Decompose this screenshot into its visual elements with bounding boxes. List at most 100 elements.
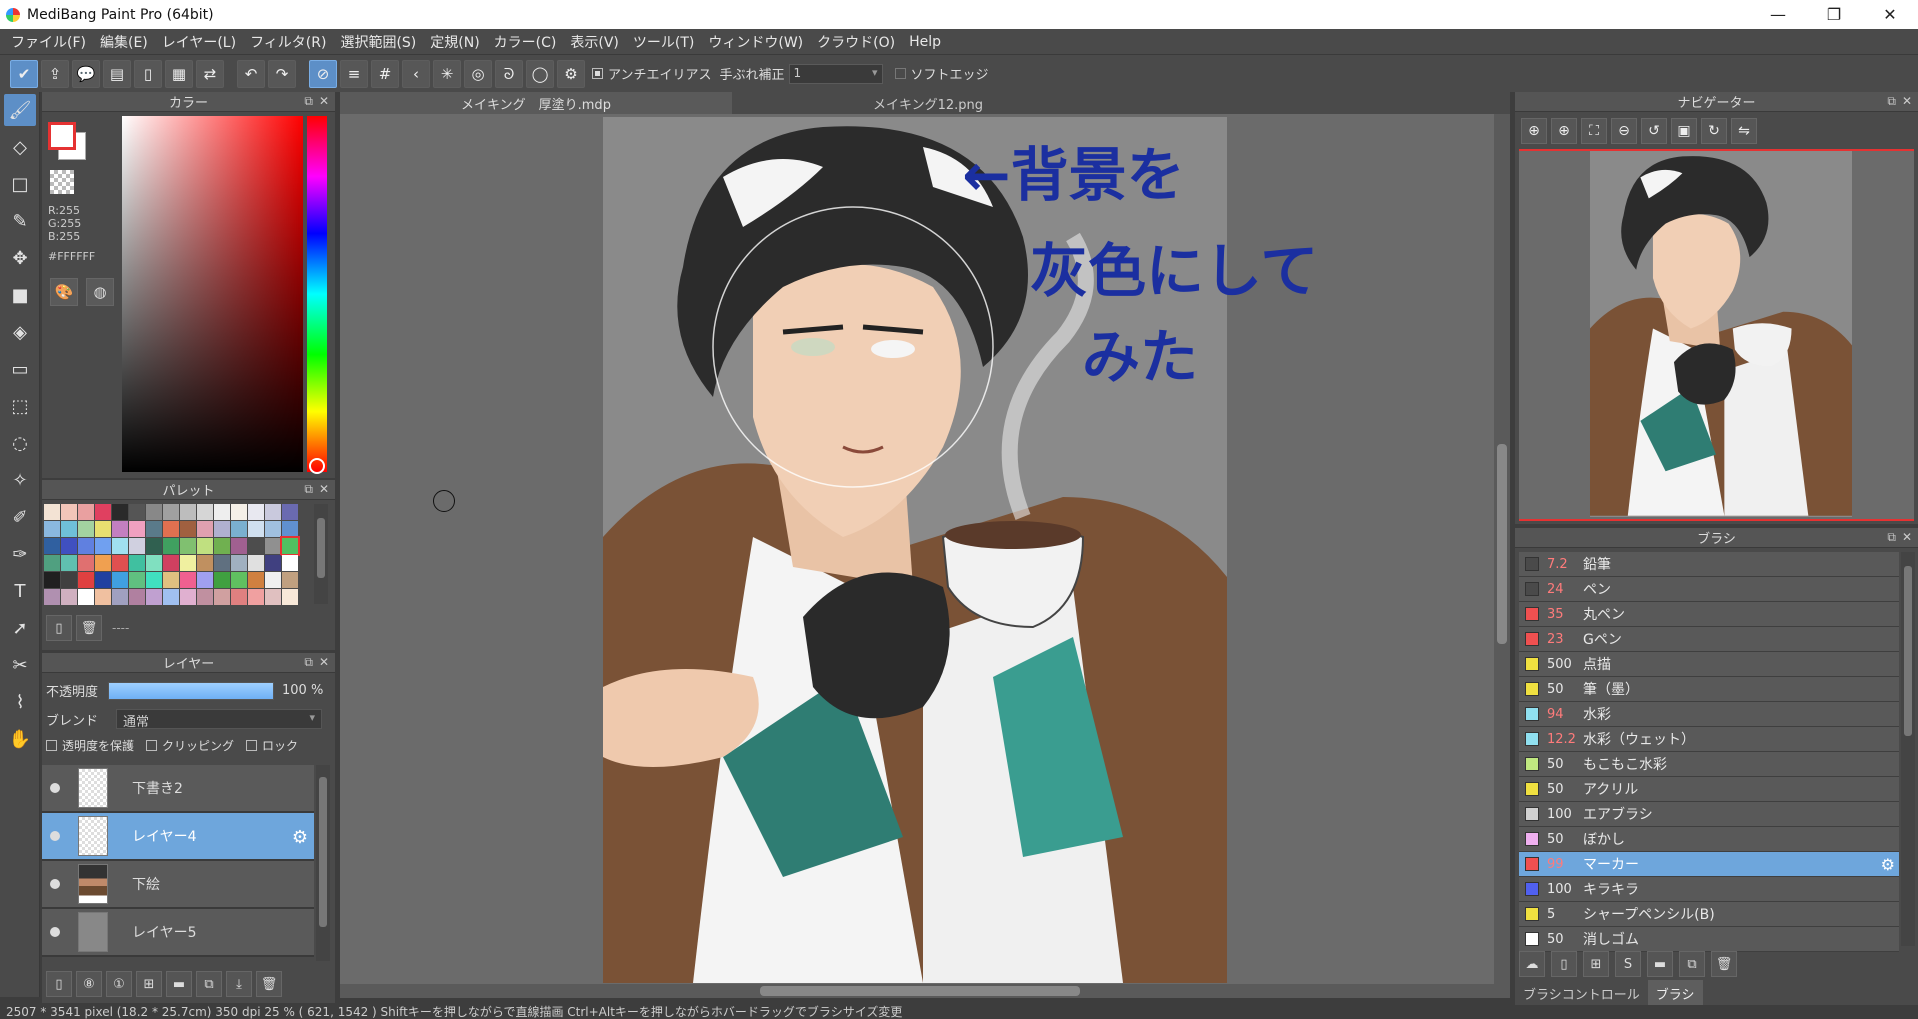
palette-swatch[interactable] bbox=[197, 538, 213, 554]
menu-cloud[interactable]: クラウド(O) bbox=[810, 32, 902, 52]
palette-swatch[interactable] bbox=[44, 521, 60, 537]
palette-swatch[interactable] bbox=[265, 555, 281, 571]
snap-settings-icon[interactable]: ⚙ bbox=[557, 59, 585, 88]
palette-swatch[interactable] bbox=[231, 555, 247, 571]
eyedropper-tool-icon[interactable]: ⌇ bbox=[4, 686, 36, 718]
palette-swatch[interactable] bbox=[112, 572, 128, 588]
palette-swatch[interactable] bbox=[78, 589, 94, 605]
bucket-tool-icon[interactable]: ◈ bbox=[4, 316, 36, 348]
palette-swatch[interactable] bbox=[197, 504, 213, 520]
hue-slider[interactable] bbox=[307, 116, 327, 472]
brush-item[interactable]: 7.2 鉛筆 bbox=[1519, 552, 1899, 577]
palette-swatch[interactable] bbox=[282, 504, 298, 520]
undo-icon[interactable]: ↶ bbox=[237, 59, 265, 88]
layer-row[interactable]: 下絵 bbox=[42, 861, 314, 909]
saturation-value-picker[interactable] bbox=[122, 116, 303, 472]
menu-window[interactable]: ウィンドウ(W) bbox=[701, 32, 810, 52]
palette-swatch[interactable] bbox=[231, 589, 247, 605]
color-wheel-icon[interactable]: 🎨 bbox=[50, 278, 78, 306]
palette-swatch[interactable] bbox=[78, 504, 94, 520]
close-panel-icon[interactable]: ✕ bbox=[1902, 94, 1912, 109]
palette-swatch[interactable] bbox=[78, 521, 94, 537]
menu-ruler[interactable]: 定規(N) bbox=[423, 32, 486, 52]
comment-icon[interactable]: ▤ bbox=[103, 59, 131, 88]
palette-swatch[interactable] bbox=[180, 538, 196, 554]
brush-item[interactable]: 94 水彩 bbox=[1519, 702, 1899, 727]
palette-swatch[interactable] bbox=[44, 504, 60, 520]
divide-tool-icon[interactable]: ✂ bbox=[4, 649, 36, 681]
rotate-right-icon[interactable]: ↻ bbox=[1701, 118, 1727, 144]
palette-swatch[interactable] bbox=[61, 555, 77, 571]
rotate-left-icon[interactable]: ↺ bbox=[1641, 118, 1667, 144]
undock-icon[interactable]: ⧉ bbox=[1887, 94, 1896, 109]
magic-wand-tool-icon[interactable]: ✧ bbox=[4, 464, 36, 496]
palette-swatch[interactable] bbox=[129, 589, 145, 605]
visibility-eye-icon[interactable] bbox=[50, 927, 60, 937]
brush-scrollbar[interactable] bbox=[1901, 552, 1915, 946]
navigator-preview[interactable] bbox=[1519, 149, 1914, 521]
palette-swatch[interactable] bbox=[78, 572, 94, 588]
palette-swatch[interactable] bbox=[95, 504, 111, 520]
palette-swatch[interactable] bbox=[214, 572, 230, 588]
minimize-button[interactable]: — bbox=[1750, 0, 1806, 29]
blend-mode-select[interactable]: 通常 bbox=[116, 709, 323, 730]
add-brush-menu-icon[interactable]: ⊞ bbox=[1583, 951, 1609, 977]
shape-tool-icon[interactable]: □ bbox=[4, 168, 36, 200]
palette-swatch[interactable] bbox=[214, 521, 230, 537]
palette-swatch[interactable] bbox=[180, 504, 196, 520]
new-layer-icon[interactable]: ▯ bbox=[46, 971, 72, 997]
panel-grid-icon[interactable]: ▦ bbox=[165, 59, 193, 88]
palette-swatch[interactable] bbox=[282, 555, 298, 571]
palette-swatch[interactable] bbox=[95, 538, 111, 554]
palette-swatch[interactable] bbox=[180, 555, 196, 571]
palette-swatch[interactable] bbox=[95, 589, 111, 605]
palette-swatch[interactable] bbox=[95, 555, 111, 571]
palette-swatch[interactable] bbox=[61, 572, 77, 588]
merge-down-icon[interactable]: ⤓ bbox=[226, 971, 252, 997]
palette-swatch[interactable] bbox=[44, 572, 60, 588]
hand-tool-icon[interactable]: ✋ bbox=[4, 723, 36, 755]
fill-rect-tool-icon[interactable]: ■ bbox=[4, 279, 36, 311]
tab-brush[interactable]: ブラシ bbox=[1647, 980, 1703, 1006]
menu-edit[interactable]: 編集(E) bbox=[93, 32, 155, 52]
redo-icon[interactable]: ↷ bbox=[268, 59, 296, 88]
flip-horizontal-icon[interactable]: ⇋ bbox=[1731, 118, 1757, 144]
palette-swatch[interactable] bbox=[44, 555, 60, 571]
palette-swatch[interactable] bbox=[265, 521, 281, 537]
menu-tool[interactable]: ツール(T) bbox=[626, 32, 701, 52]
new-palette-icon[interactable]: ▯ bbox=[46, 615, 72, 641]
menu-layer[interactable]: レイヤー(L) bbox=[155, 32, 243, 52]
new-1bit-layer-icon[interactable]: ① bbox=[106, 971, 132, 997]
close-panel-icon[interactable]: ✕ bbox=[319, 482, 329, 497]
delete-brush-icon[interactable]: 🗑 bbox=[1711, 951, 1737, 977]
move-tool-icon[interactable]: ✥ bbox=[4, 242, 36, 274]
tab-brush-control[interactable]: ブラシコントロール bbox=[1515, 980, 1648, 1006]
palette-swatch[interactable] bbox=[214, 538, 230, 554]
eraser-tool-icon[interactable]: ◇ bbox=[4, 131, 36, 163]
snap-concentric-icon[interactable]: ◎ bbox=[464, 59, 492, 88]
palette-swatch[interactable] bbox=[214, 504, 230, 520]
select-pen-tool-icon[interactable]: ✐ bbox=[4, 501, 36, 533]
transfer-icon[interactable]: ⇄ bbox=[196, 59, 224, 88]
foreground-color-swatch[interactable] bbox=[48, 122, 76, 150]
snap-parallel-icon[interactable]: ≡ bbox=[340, 59, 368, 88]
snap-radial-icon[interactable]: ✳ bbox=[433, 59, 461, 88]
palette-swatch[interactable] bbox=[265, 589, 281, 605]
stabilizer-select[interactable]: 1 bbox=[788, 63, 883, 84]
palette-swatch[interactable] bbox=[163, 504, 179, 520]
share-icon[interactable]: ⇪ bbox=[41, 59, 69, 88]
palette-swatch[interactable] bbox=[163, 538, 179, 554]
palette-swatch[interactable] bbox=[146, 521, 162, 537]
brush-item[interactable]: 100 キラキラ bbox=[1519, 877, 1899, 902]
menu-select[interactable]: 選択範囲(S) bbox=[333, 32, 423, 52]
palette-swatch[interactable] bbox=[197, 589, 213, 605]
text-tool-icon[interactable]: T bbox=[4, 575, 36, 607]
antialias-checkbox[interactable] bbox=[592, 68, 603, 79]
palette-swatch[interactable] bbox=[180, 589, 196, 605]
palette-swatch[interactable] bbox=[197, 521, 213, 537]
palette-swatch[interactable] bbox=[112, 589, 128, 605]
snap-grid-icon[interactable]: # bbox=[371, 59, 399, 88]
palette-swatch[interactable] bbox=[180, 521, 196, 537]
reset-view-icon[interactable]: ▣ bbox=[1671, 118, 1697, 144]
brush-settings-gear-icon[interactable]: ⚙ bbox=[1881, 855, 1895, 874]
